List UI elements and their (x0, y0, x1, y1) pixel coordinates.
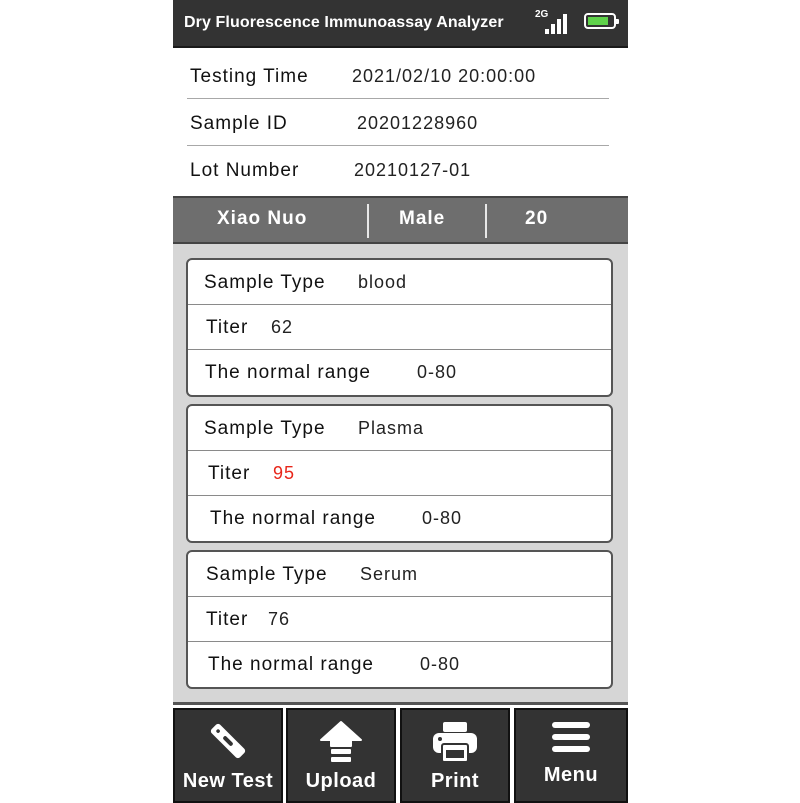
menu-label: Menu (543, 764, 599, 786)
normal-range-label: The normal range (205, 362, 371, 383)
info-row-testing-time: Testing Time 2021/02/10 20:00:00 (187, 52, 609, 99)
sample-type-row: Sample Type blood (188, 260, 611, 305)
signal-bar (545, 29, 549, 34)
sample-type-label: Sample Type (204, 418, 326, 439)
signal-bar (551, 24, 555, 34)
sample-id-label: Sample ID (190, 113, 288, 134)
normal-range-label: The normal range (208, 654, 374, 675)
normal-range-value: 0-80 (420, 654, 461, 674)
normal-range-row: The normal range 0-80 (188, 350, 611, 395)
sample-id-value: 20201228960 (357, 113, 479, 133)
title-bar: Dry Fluorescence Immunoassay Analyzer 2G (173, 0, 628, 48)
printer-icon (431, 720, 479, 769)
normal-range-row: The normal range 0-80 (188, 642, 611, 687)
divider (485, 204, 487, 238)
results-list: Sample Type blood Titer 62 The normal ra… (173, 244, 628, 702)
new-test-button[interactable]: New Test (173, 708, 283, 803)
battery-tip (616, 19, 619, 24)
signal-bar (563, 14, 567, 34)
testing-time-label: Testing Time (190, 66, 309, 87)
titer-label: Titer (206, 317, 249, 338)
titer-row: Titer 76 (188, 597, 611, 642)
analyzer-screen: Dry Fluorescence Immunoassay Analyzer 2G… (173, 0, 628, 803)
sample-type-label: Sample Type (206, 564, 328, 585)
patient-name: Xiao Nuo (217, 208, 308, 229)
titer-row: Titer 95 (188, 451, 611, 496)
upload-arrow-icon (319, 720, 363, 769)
patient-age: 20 (525, 208, 549, 229)
lot-number-value: 20210127-01 (354, 160, 472, 180)
upload-button[interactable]: Upload (286, 708, 396, 803)
hamburger-menu-icon (550, 720, 592, 761)
sample-type-value: Serum (360, 564, 419, 584)
result-card: Sample Type Serum Titer 76 The normal ra… (186, 550, 613, 689)
normal-range-value: 0-80 (422, 508, 463, 528)
titer-value-abnormal: 95 (273, 463, 296, 483)
sample-type-value: Plasma (358, 418, 425, 438)
sample-type-row: Sample Type Plasma (188, 406, 611, 451)
lot-number-label: Lot Number (190, 160, 300, 181)
normal-range-row: The normal range 0-80 (188, 496, 611, 541)
print-label: Print (430, 770, 480, 792)
sample-type-label: Sample Type (204, 272, 326, 293)
titer-label: Titer (206, 609, 249, 630)
patient-bar: Xiao Nuo Male 20 (173, 196, 628, 244)
patient-gender: Male (399, 208, 446, 229)
signal-bars-icon: 2G (535, 9, 567, 36)
print-button[interactable]: Print (400, 708, 510, 803)
test-strip-icon (208, 720, 248, 767)
divider (367, 204, 369, 238)
result-card: Sample Type Plasma Titer 95 The normal r… (186, 404, 613, 543)
info-row-lot-number: Lot Number 20210127-01 (187, 146, 609, 193)
result-card: Sample Type blood Titer 62 The normal ra… (186, 258, 613, 397)
upload-label: Upload (305, 770, 377, 792)
signal-bar (557, 19, 561, 34)
network-type-label: 2G (535, 9, 549, 20)
battery-level-fill (588, 17, 609, 25)
bottom-toolbar: New Test Upload Print Menu (173, 702, 628, 803)
app-title: Dry Fluorescence Immunoassay Analyzer (184, 14, 504, 31)
new-test-label: New Test (182, 770, 274, 792)
titer-label: Titer (208, 463, 251, 484)
normal-range-label: The normal range (210, 508, 376, 529)
sample-type-value: blood (358, 272, 408, 292)
titer-value: 76 (268, 609, 291, 629)
titer-value: 62 (271, 317, 294, 337)
normal-range-value: 0-80 (417, 362, 458, 382)
titer-row: Titer 62 (188, 305, 611, 350)
menu-button[interactable]: Menu (514, 708, 628, 803)
testing-time-value: 2021/02/10 20:00:00 (352, 66, 537, 86)
info-row-sample-id: Sample ID 20201228960 (187, 99, 609, 146)
battery-icon (584, 13, 619, 29)
sample-type-row: Sample Type Serum (188, 552, 611, 597)
